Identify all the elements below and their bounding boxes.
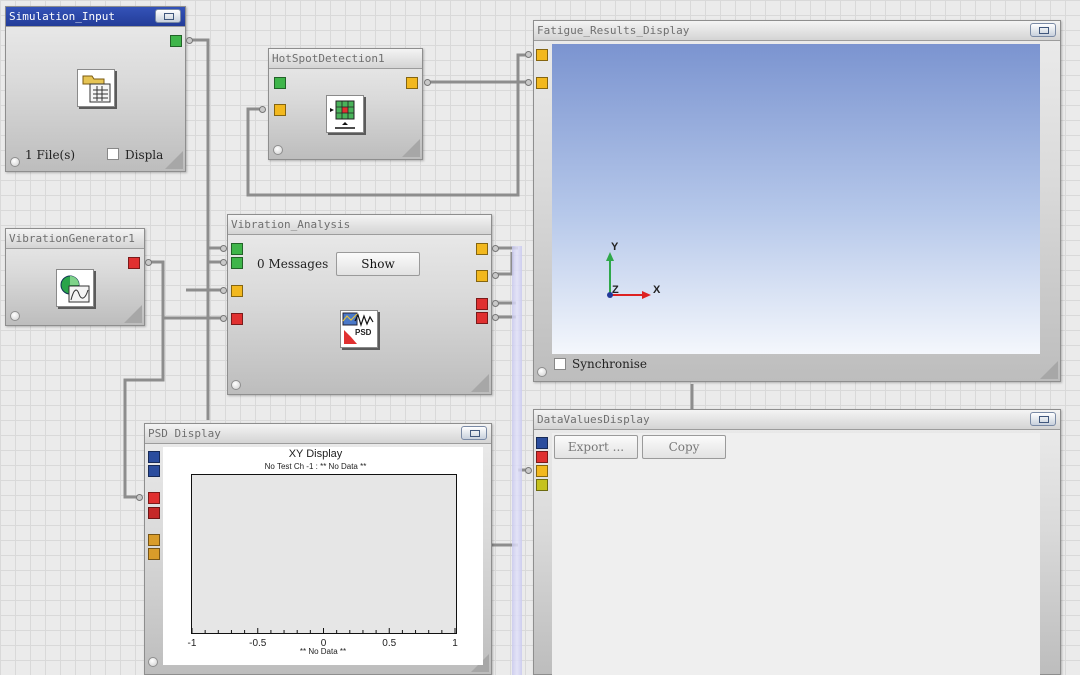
3d-viewport[interactable]: Y X Z [552,44,1040,354]
connector-dot [525,467,532,474]
x-axis-ticks [191,628,456,633]
input-port[interactable] [536,49,548,61]
status-indicator [537,367,547,377]
file-open-icon[interactable] [77,69,115,107]
connector-dot [424,79,431,86]
output-port[interactable] [476,270,488,282]
maximize-button[interactable] [155,9,181,23]
resize-handle[interactable] [402,139,420,157]
resize-handle[interactable] [1040,361,1058,379]
connector-dot [220,245,227,252]
connector-dot [492,272,499,279]
x-axis-label: X [653,284,661,296]
node-title[interactable]: Vibration_Analysis [228,215,491,235]
input-port[interactable] [536,437,548,449]
xy-display-chart[interactable]: XY Display No Test Ch -1 : ** No Data **… [163,447,483,665]
connector-dot [525,51,532,58]
input-port[interactable] [536,465,548,477]
display-checkbox-label: Displa [125,148,164,162]
input-port[interactable] [148,534,160,546]
status-indicator [10,311,20,321]
status-indicator [10,157,20,167]
y-axis-label: Y [611,241,619,253]
input-port[interactable] [148,548,160,560]
psd-icon-text: PSD [355,328,372,337]
x-axis-label: ** No Data ** [299,647,347,656]
hotspot-grid-icon[interactable] [326,95,364,133]
status-indicator [231,380,241,390]
maximize-button[interactable] [1030,23,1056,37]
messages-count-label: 0 Messages [257,257,329,271]
resize-handle[interactable] [124,305,142,323]
connector-dot [259,106,266,113]
node-title[interactable]: PSD Display [145,424,491,444]
input-port[interactable] [274,104,286,116]
export-button[interactable]: Export ... [554,435,638,459]
input-port[interactable] [148,451,160,463]
maximize-button[interactable] [1030,412,1056,426]
show-messages-button[interactable]: Show [336,252,420,276]
resize-handle[interactable] [165,151,183,169]
z-axis-label: Z [612,284,619,296]
copy-button[interactable]: Copy [642,435,726,459]
input-port[interactable] [536,479,548,491]
synchronise-label: Synchronise [572,357,647,371]
input-port[interactable] [148,492,160,504]
output-port[interactable] [476,312,488,324]
node-title[interactable]: VibrationGenerator1 [6,229,144,249]
connector-dot [492,245,499,252]
connector-dot [525,79,532,86]
input-port[interactable] [536,77,548,89]
connector-dot [136,494,143,501]
output-port[interactable] [476,298,488,310]
vibration-generator-icon[interactable] [56,269,94,307]
output-port[interactable] [170,35,182,47]
connector-dot [220,287,227,294]
simulation-input-node[interactable]: Simulation_Input 1 File(s) Displa [5,6,186,172]
input-port[interactable] [536,451,548,463]
connector-dot [145,259,152,266]
connector-dot [220,315,227,322]
connector-dot [220,259,227,266]
status-indicator [273,145,283,155]
input-port[interactable] [231,243,243,255]
input-port[interactable] [231,285,243,297]
synchronise-checkbox[interactable] [554,358,566,370]
connector-dot [492,300,499,307]
vibration-analysis-icon[interactable]: PSD [340,310,378,348]
connector-dot [186,37,193,44]
node-title[interactable]: HotSpotDetection1 [269,49,422,69]
output-port[interactable] [128,257,140,269]
resize-handle[interactable] [471,374,489,392]
node-title[interactable]: DataValuesDisplay [534,410,1060,430]
output-port[interactable] [406,77,418,89]
selection-highlight [512,246,522,675]
data-values-panel[interactable]: Export ... Copy [552,433,1040,675]
axis-triad-icon [606,252,651,299]
output-port[interactable] [476,243,488,255]
hotspot-detection-node[interactable]: HotSpotDetection1 [268,48,423,160]
input-port[interactable] [231,257,243,269]
node-title[interactable]: Fatigue_Results_Display [534,21,1060,41]
file-count-label: 1 File(s) [25,148,76,162]
display-checkbox[interactable] [107,148,119,160]
input-port[interactable] [231,313,243,325]
status-indicator [148,657,158,667]
vibration-analysis-node[interactable]: Vibration_Analysis 0 Messages Show PSD [227,214,492,395]
input-port[interactable] [274,77,286,89]
vibration-generator-node[interactable]: VibrationGenerator1 [5,228,145,326]
maximize-button[interactable] [461,426,487,440]
input-port[interactable] [148,507,160,519]
input-port[interactable] [148,465,160,477]
connector-dot [492,314,499,321]
